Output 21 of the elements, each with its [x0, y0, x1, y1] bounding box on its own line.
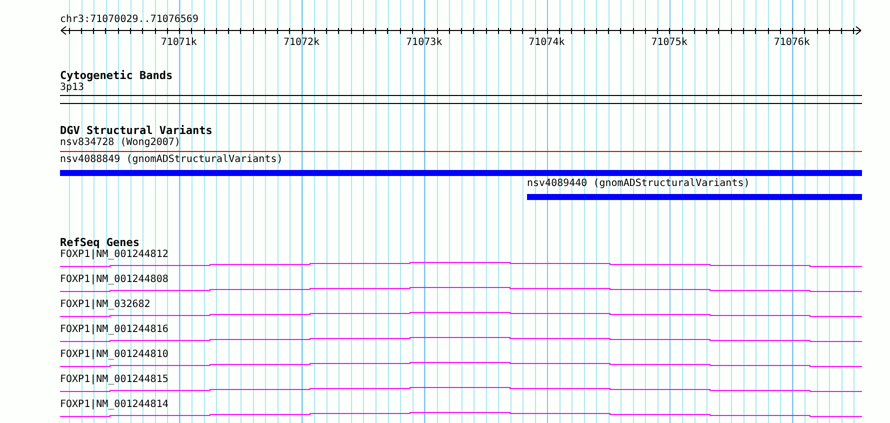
gene-label: FOXP1|NM_001244810 — [60, 349, 168, 361]
variant-label: nsv4088849 (gnomADStructuralVariants) — [60, 154, 283, 166]
gene-label: FOXP1|NM_001244812 — [60, 249, 168, 261]
ruler-label: 71074k — [528, 37, 565, 48]
ruler-label: 71072k — [283, 37, 320, 48]
ruler-label: 71071k — [160, 37, 197, 48]
gene-label: FOXP1|NM_001244814 — [60, 399, 168, 411]
gene-label: FOXP1|NM_032682 — [60, 299, 150, 311]
variant-label: nsv834728 (Wong2007) — [60, 137, 180, 149]
variant-label: nsv4089440 (gnomADStructuralVariants) — [527, 178, 750, 190]
track-title: DGV Structural Variants — [60, 125, 212, 137]
band-label: 3p13 — [60, 82, 84, 94]
track-title: Cytogenetic Bands — [60, 70, 173, 82]
ruler-label: 71076k — [774, 37, 810, 48]
gene-label: FOXP1|NM_001244816 — [60, 324, 168, 336]
ruler-label: 71075k — [651, 37, 688, 48]
track-title: RefSeq Genes — [60, 237, 140, 249]
gene-label: FOXP1|NM_001244808 — [60, 274, 168, 286]
ruler-label: 71073k — [406, 37, 442, 48]
location-text: chr3:71070029..71076569 — [60, 13, 198, 25]
gene-label: FOXP1|NM_001244815 — [60, 374, 168, 386]
